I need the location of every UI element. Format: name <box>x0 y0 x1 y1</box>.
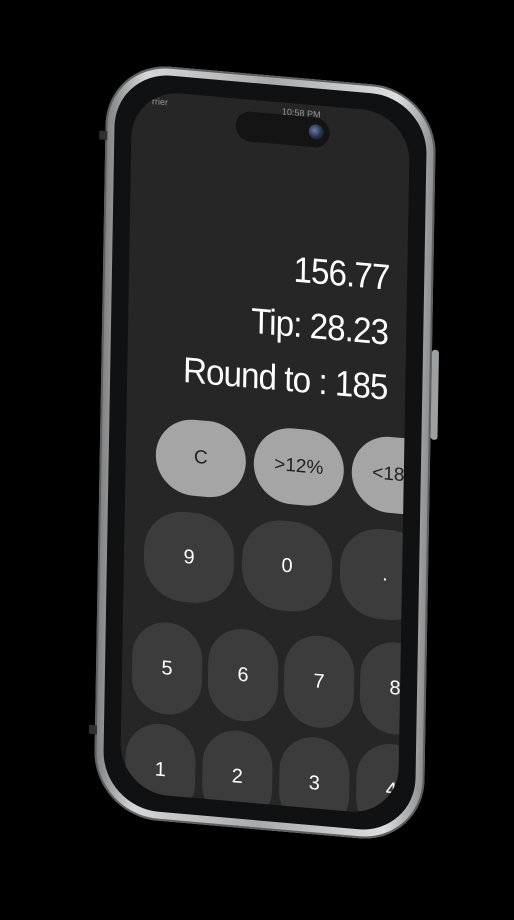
tip-display: Tip: 28.23 <box>251 299 389 353</box>
digit-1-button[interactable]: 1 <box>124 720 197 816</box>
digit-0-button[interactable]: 0 <box>241 517 333 615</box>
app-screen: rrier 10:58 PM 156.77 Tip: 28.23 Round t… <box>119 89 411 816</box>
carrier-label: rrier <box>151 96 169 108</box>
antenna-band-bottom <box>88 724 98 735</box>
phone-bezel: rrier 10:58 PM 156.77 Tip: 28.23 Round t… <box>102 70 428 835</box>
antenna-band-top <box>99 130 108 141</box>
digit-2-button[interactable]: 2 <box>201 727 274 816</box>
decimal-button[interactable]: . <box>339 525 411 624</box>
clear-button[interactable]: C <box>155 416 247 501</box>
camera-icon <box>308 123 324 141</box>
tip-12-button[interactable]: >12% <box>253 425 345 509</box>
digit-8-button[interactable]: 8 <box>359 639 411 738</box>
side-button <box>430 349 440 441</box>
digit-5-button[interactable]: 5 <box>131 619 203 718</box>
digit-4-button[interactable]: 4 <box>355 741 411 816</box>
digit-3-button[interactable]: 3 <box>278 734 351 816</box>
digit-6-button[interactable]: 6 <box>207 626 279 725</box>
digit-7-button[interactable]: 7 <box>283 632 355 731</box>
round-display: Round to : 185 <box>182 348 388 408</box>
phone-frame: rrier 10:58 PM 156.77 Tip: 28.23 Round t… <box>88 61 440 844</box>
digit-9-button[interactable]: 9 <box>143 508 235 607</box>
tip-18-button[interactable]: <18% <box>351 433 411 518</box>
amount-display: 156.77 <box>293 248 390 298</box>
